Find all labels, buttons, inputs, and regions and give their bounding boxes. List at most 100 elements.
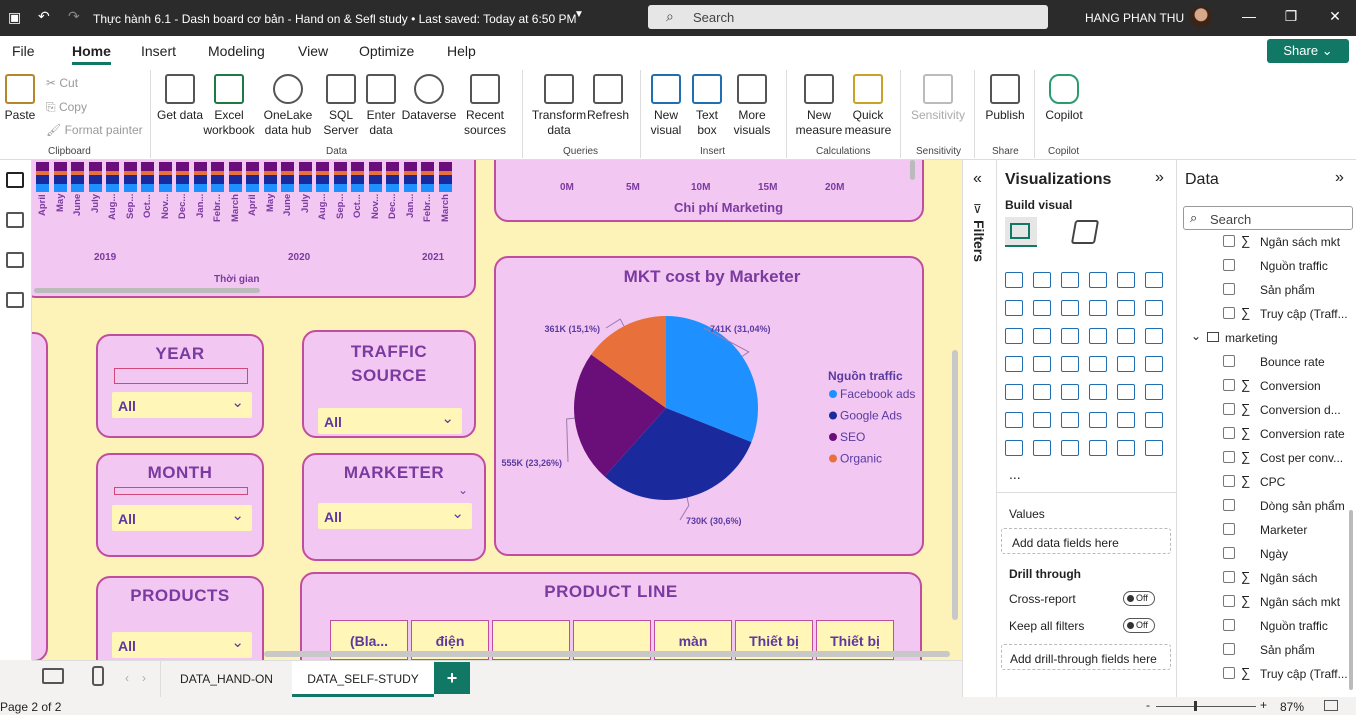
publish-button[interactable]: Publish: [982, 66, 1028, 123]
save-icon[interactable]: ▣: [8, 9, 21, 26]
filters-pane-collapsed[interactable]: « ⊽ Filters: [962, 160, 996, 697]
data-field[interactable]: Nguồn traffic: [1177, 254, 1356, 278]
offscreen-card[interactable]: [32, 332, 48, 660]
format-painter-button[interactable]: 🖌 Format painter: [46, 123, 143, 137]
share-button[interactable]: Share ⌄: [1267, 39, 1349, 63]
year-slicer[interactable]: YEAR All ⌄: [96, 334, 264, 438]
visual-type-icon[interactable]: [1089, 412, 1107, 428]
visual-type-icon[interactable]: [1033, 384, 1051, 400]
legend-entry[interactable]: Facebook ads: [840, 387, 915, 401]
month-dropdown[interactable]: All ⌄: [112, 505, 252, 531]
new-visual-button[interactable]: New visual: [646, 66, 686, 138]
marketer-slicer[interactable]: MARKETER ⌄ All ⌄: [302, 453, 486, 561]
report-view-icon[interactable]: [6, 172, 24, 188]
visual-type-icon[interactable]: [1117, 272, 1135, 288]
marketing-cost-chart-card[interactable]: 0M 5M 10M 15M 20M Chi phí Marketing: [494, 160, 924, 222]
visual-type-icon[interactable]: [1061, 412, 1079, 428]
collapse-right-icon[interactable]: »: [1335, 169, 1344, 187]
refresh-button[interactable]: Refresh: [586, 66, 630, 123]
visual-type-icon[interactable]: [1033, 272, 1051, 288]
legend-entry[interactable]: Organic: [840, 452, 882, 466]
visual-type-icon[interactable]: [1117, 412, 1135, 428]
time-chart-card[interactable]: April May June July Aug... Sep... Oct... Nov...…: [32, 160, 476, 298]
visual-type-icon[interactable]: [1005, 328, 1023, 344]
expand-left-icon[interactable]: «: [973, 170, 982, 188]
excel-button[interactable]: Excel workbook: [202, 66, 256, 138]
cut-button[interactable]: ✂ Cut: [46, 76, 78, 90]
data-field[interactable]: Marketer: [1177, 518, 1356, 542]
menu-help[interactable]: Help: [447, 43, 476, 59]
visual-type-icon[interactable]: [1033, 440, 1051, 456]
keep-filters-toggle[interactable]: Off: [1123, 618, 1155, 633]
field-checkbox[interactable]: [1223, 499, 1235, 511]
format-visual-icon[interactable]: [1070, 220, 1100, 244]
visual-type-icon[interactable]: [1033, 356, 1051, 372]
data-field[interactable]: ∑ Truy cập (Traff...: [1177, 302, 1356, 326]
restore-icon[interactable]: ❐: [1282, 8, 1300, 26]
visual-type-icon[interactable]: [1145, 272, 1163, 288]
visual-type-icon[interactable]: [1089, 384, 1107, 400]
visual-type-icon[interactable]: [1145, 356, 1163, 372]
field-checkbox[interactable]: [1223, 379, 1235, 391]
data-field[interactable]: ∑ Conversion rate: [1177, 422, 1356, 446]
tab-data-self-study[interactable]: DATA_SELF-STUDY: [292, 661, 434, 697]
quick-measure-button[interactable]: Quick measure: [844, 66, 892, 138]
visual-type-icon[interactable]: [1005, 272, 1023, 288]
field-checkbox[interactable]: [1223, 451, 1235, 463]
copy-button[interactable]: ⎘ Copy: [46, 100, 87, 115]
undo-icon[interactable]: ↶: [38, 8, 50, 25]
title-dropdown-icon[interactable]: ▼: [574, 9, 584, 20]
chevron-left-icon[interactable]: ‹: [125, 671, 129, 685]
traffic-dropdown[interactable]: All ⌄: [318, 408, 462, 434]
dataverse-button[interactable]: Dataverse: [400, 66, 458, 123]
visual-type-icon[interactable]: [1061, 440, 1079, 456]
visual-type-icon[interactable]: [1005, 384, 1023, 400]
get-data-button[interactable]: Get data: [156, 66, 204, 123]
field-checkbox[interactable]: [1223, 307, 1235, 319]
drill-through-well[interactable]: Add drill-through fields here: [1001, 644, 1171, 670]
visual-type-icon[interactable]: [1005, 300, 1023, 316]
zoom-out-button[interactable]: -: [1146, 698, 1150, 712]
visual-type-icon[interactable]: [1061, 272, 1079, 288]
text-box-button[interactable]: Text box: [688, 66, 726, 138]
visual-type-icon[interactable]: [1145, 328, 1163, 344]
data-field[interactable]: Bounce rate: [1177, 350, 1356, 374]
minimize-icon[interactable]: —: [1240, 8, 1258, 26]
visual-type-icon[interactable]: [1033, 300, 1051, 316]
field-checkbox[interactable]: [1223, 643, 1235, 655]
transform-data-button[interactable]: Transform data: [530, 66, 588, 138]
field-checkbox[interactable]: [1223, 571, 1235, 583]
visual-type-icon[interactable]: [1033, 412, 1051, 428]
paste-button[interactable]: Paste: [2, 66, 38, 123]
zoom-in-button[interactable]: +: [1260, 698, 1267, 712]
table-view-icon[interactable]: [6, 212, 24, 228]
tab-data-hand-on[interactable]: DATA_HAND-ON: [160, 661, 292, 697]
visual-type-icon[interactable]: [1145, 300, 1163, 316]
field-checkbox[interactable]: [1223, 427, 1235, 439]
field-checkbox[interactable]: [1223, 619, 1235, 631]
data-field[interactable]: Ngày: [1177, 542, 1356, 566]
data-field[interactable]: Sản phẩm: [1177, 278, 1356, 302]
copilot-button[interactable]: Copilot: [1040, 66, 1088, 123]
products-dropdown[interactable]: All ⌄: [112, 632, 252, 658]
avatar[interactable]: [1190, 6, 1212, 28]
visual-type-icon[interactable]: [1089, 356, 1107, 372]
visual-type-icon[interactable]: [1145, 384, 1163, 400]
year-dropdown[interactable]: All ⌄: [112, 392, 252, 418]
visual-type-icon[interactable]: [1089, 328, 1107, 344]
field-checkbox[interactable]: [1223, 595, 1235, 607]
marketer-dropdown[interactable]: All ⌄: [318, 503, 472, 529]
field-checkbox[interactable]: [1223, 259, 1235, 271]
field-checkbox[interactable]: [1223, 355, 1235, 367]
sql-button[interactable]: SQL Server: [320, 66, 362, 138]
data-field[interactable]: ∑ Ngân sách mkt: [1177, 232, 1356, 254]
visual-type-icon[interactable]: [1089, 440, 1107, 456]
visual-type-icon[interactable]: [1033, 328, 1051, 344]
visual-type-icon[interactable]: [1089, 300, 1107, 316]
more-visuals-button[interactable]: More visuals: [728, 66, 776, 138]
data-field[interactable]: Dòng sản phẩm: [1177, 494, 1356, 518]
pie-chart-card[interactable]: MKT cost by Marketer 741K (31,04%) 730K (3…: [494, 256, 924, 556]
user-name[interactable]: HANG PHAN THU: [1085, 11, 1184, 25]
visual-type-icon[interactable]: [1145, 412, 1163, 428]
products-slicer[interactable]: PRODUCTS All ⌄: [96, 576, 264, 660]
